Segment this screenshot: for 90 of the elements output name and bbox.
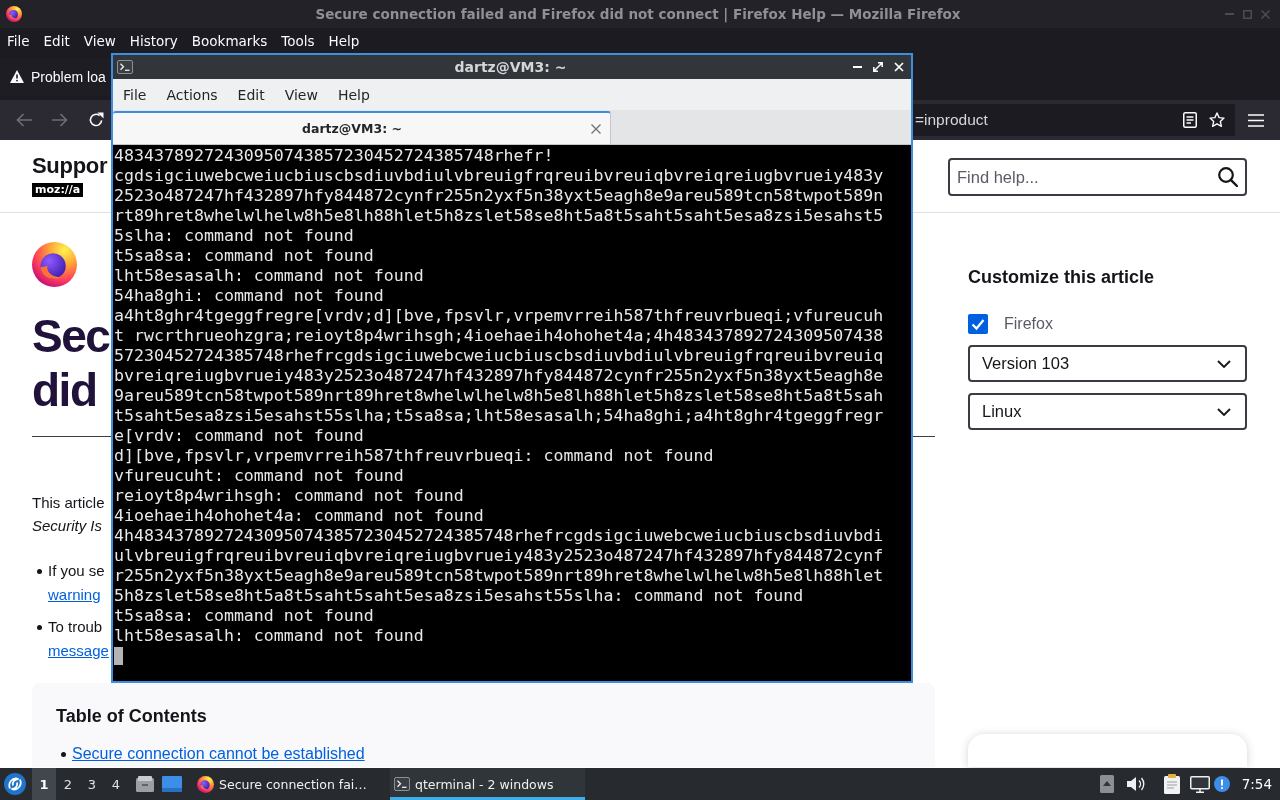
dropdown[interactable]: Linux [968, 393, 1247, 430]
clipboard-icon[interactable] [1163, 774, 1180, 794]
paragraph-text: Security Is [32, 516, 103, 536]
terminal-line: t5saht5esa8zsi5esahst55slha;t5sa8sa;lht58esasalh;54ha8ghi;a4ht8ghr4tgeggfregr [114, 406, 884, 426]
page-heading: Sec [32, 309, 110, 363]
terminal-icon [117, 60, 133, 74]
terminal-line: 4h48343789272430950743857230452724385748rhefrcgdsigciuwebcweiucbiuscbsdiuvbdi [114, 526, 884, 546]
terminal-line: reioyt8p4wrihsgh: command not found [114, 486, 464, 506]
start-menu-icon[interactable] [4, 773, 26, 795]
terminal-line: r255n2yxf5n38yxt5eagh8e9areu589tcn58twpot589nrt89hret8whelwlhelw8h5e8lh88hlet [114, 566, 884, 586]
terminal-line: ulvbreuigfrqreuibvreuiqbvreiqreiugbvrueiy483y2523o487247hf432897hfy844872cynf [114, 546, 884, 566]
toc-link[interactable]: Secure connection cannot be established [72, 743, 911, 765]
reader-view-icon[interactable] [1183, 112, 1197, 128]
dropdown[interactable]: Version 103 [968, 345, 1247, 382]
window-title: dartz@VM3: ~ [454, 59, 567, 75]
reload-icon[interactable] [88, 112, 104, 128]
terminal-line: lht58esasalh: command not found [114, 626, 424, 646]
section-title: Customize this article [968, 266, 1155, 289]
taskbar-task[interactable]: Secure connection fai… [193, 768, 385, 800]
terminal-line: vfureucuht: command not found [114, 466, 404, 486]
menu-item[interactable]: Edit [227, 84, 275, 105]
terminal-line: d][bve,fpsvlr,vrpemvrreih587thfreuvrbueqi: command not found [114, 446, 714, 466]
list-text: If you se [48, 561, 105, 581]
site-title[interactable]: Suppor [32, 153, 108, 179]
terminal-icon [394, 777, 410, 791]
list-text: To troub [48, 617, 103, 637]
menu-item[interactable]: Edit [36, 30, 77, 51]
browser-logo-icon [32, 242, 77, 287]
browser-logo-icon [197, 775, 214, 793]
menu-item[interactable]: View [274, 84, 328, 105]
terminal-line: 54ha8ghi: command not found [114, 286, 384, 306]
warning-icon [10, 70, 24, 83]
terminal-tab[interactable]: dartz@VM3: ~ [113, 111, 611, 144]
menu-item[interactable]: Actions [156, 84, 228, 105]
volume-icon[interactable] [1126, 776, 1145, 792]
terminal-line: rt89hret8whelwlhelw8h5e8lh88hlet5h8zslet58se8ht5a8t5saht5saht5esa8zsi5esahst5 [114, 206, 884, 226]
menu-item[interactable]: Help [327, 84, 380, 105]
bullet-icon [37, 625, 42, 630]
terminal-line: t5sa8sa: command not found [114, 606, 374, 626]
terminal-line: lht58esasalh: command not found [114, 266, 424, 286]
menu-item[interactable]: Help [321, 30, 367, 51]
link[interactable]: message [48, 639, 109, 663]
search-icon[interactable] [1218, 167, 1238, 187]
search-field[interactable]: Find help... [948, 158, 1247, 196]
chevron-icon [1217, 407, 1231, 416]
terminal-line: 2523o487247hf432897hfy844872cynfr255n2yxf5n38yxt5eagh8e9areu589tcn58twpot589n [114, 186, 884, 206]
bullet-icon [37, 569, 42, 574]
chevron-icon [1217, 359, 1231, 368]
menu-item[interactable]: Bookmarks [184, 30, 275, 51]
terminal-line: 5h8zslet58se8ht5a8t5saht5saht5esa8zsi5esahst55slha: command not found [114, 586, 804, 606]
arrow-box-icon[interactable] [1099, 775, 1114, 793]
workspace-button[interactable]: 3 [80, 768, 104, 800]
terminal-line: 9areu589tcn58twpot589nrt89hret8whelwlhelw8h5e8lh88hlet5h8zslet58se8ht5a8t5sah [114, 386, 884, 406]
terminal-line: bvreiqreiugbvrueiy483y2523o487247hf432897hfy844872cynfr255n2yxf5n38yxt5eagh8e [114, 366, 884, 386]
workspace-button[interactable]: 2 [56, 768, 80, 800]
file-manager-icon[interactable] [136, 776, 154, 792]
terminal-line: e[vrdv: command not found [114, 426, 364, 446]
menu-item[interactable]: File [113, 84, 157, 105]
star-icon[interactable] [1209, 112, 1225, 128]
terminal-line: t5sa8sa: command not found [114, 246, 374, 266]
bullet-icon [61, 752, 66, 757]
terminal-line: t rwcrthrueohzgra;reioyt8p4wrihsgh;4ioehaeih4ohohet4a;4h483437892724309507438 [114, 326, 884, 346]
workspace-button[interactable]: 4 [104, 768, 128, 800]
terminal-line: 48343789272430950743857230452724385748rhefr! [114, 146, 554, 166]
terminal-line: 4ioehaeih4ohohet4a: command not found [114, 506, 484, 526]
page-heading: did [32, 363, 97, 417]
taskbar-task[interactable]: qterminal - 2 windows [390, 768, 585, 800]
link[interactable]: warning [48, 583, 101, 607]
clock[interactable]: 7:54 [1241, 776, 1272, 792]
cursor-icon [114, 647, 123, 665]
terminal-line: 57230452724385748rhefrcgdsigciuwebcweiucbiuscbsdiuvbdiulvbreuigfrqreuibvreuiq [114, 346, 884, 366]
terminal-line: a4ht8ghr4tgeggfregre[vrdv;d][bve,fpsvlr,vrpemvrreih587thfreuvrbueqi;vfureucuh [114, 306, 884, 326]
monitor-icon[interactable] [1189, 775, 1210, 793]
menu-item[interactable]: History [122, 30, 185, 51]
terminal-line: 5slha: command not found [114, 226, 354, 246]
toc-title: Table of Contents [56, 705, 207, 728]
address-field[interactable]: =inproduct [913, 104, 1235, 136]
checkbox[interactable] [968, 314, 988, 334]
checkbox-label[interactable]: Firefox [1004, 314, 1053, 334]
logo[interactable]: moz://a [32, 183, 84, 197]
menu-item[interactable]: View [76, 30, 123, 51]
browser-logo-icon [6, 6, 22, 22]
menu-icon[interactable] [1248, 113, 1264, 127]
paragraph-text: This article [32, 493, 105, 513]
workspace-button[interactable]: 1 [32, 768, 56, 800]
alert-icon[interactable] [1213, 776, 1230, 792]
terminal-line: cgdsigciuwebcweiucbiuscbsdiuvbdiulvbreuigfrqreuibvreuiqbvreiqreiugbvrueiy483y [114, 166, 884, 186]
menu-item[interactable]: Tools [274, 30, 322, 51]
window-title: Secure connection failed and Firefox did not connect | Firefox Help — Mozilla Firefox [315, 6, 961, 22]
menu-item[interactable]: File [0, 30, 37, 51]
